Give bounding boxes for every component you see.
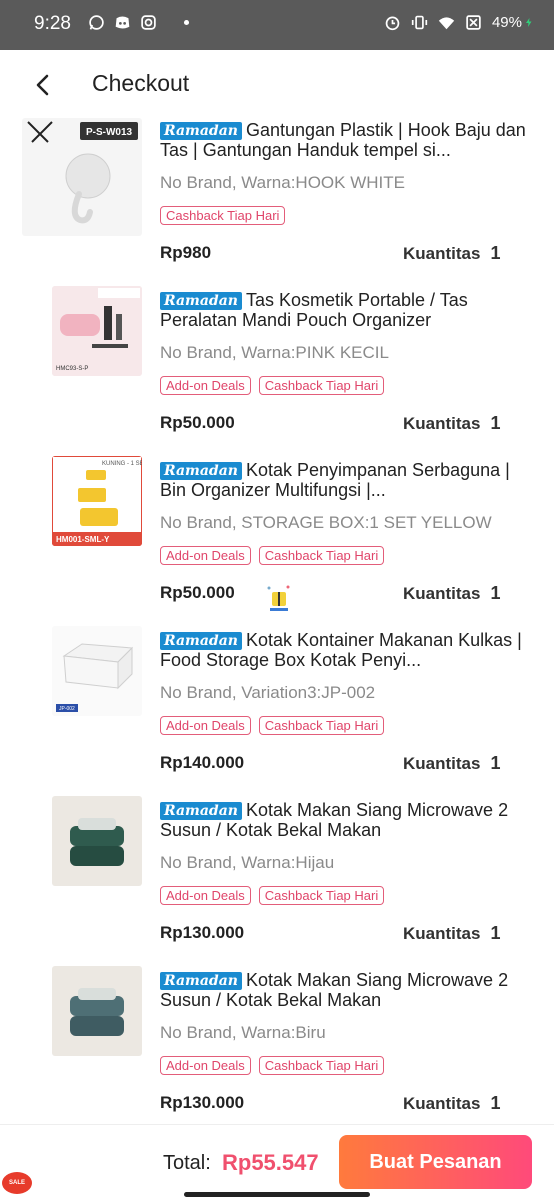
product-title[interactable]: Ramadan Gantungan Plastik | Hook Baju dan… bbox=[160, 120, 532, 160]
add-on-deals-tag: Add-on Deals bbox=[160, 376, 251, 395]
add-on-deals-tag: Add-on Deals bbox=[160, 546, 251, 565]
product-price: Rp50.000 bbox=[160, 413, 235, 432]
lunchbox-blue-image bbox=[70, 988, 124, 1036]
product-variant: No Brand, Warna:Hijau bbox=[160, 853, 335, 872]
ramadan-badge: Ramadan bbox=[160, 462, 242, 480]
product-thumbnail[interactable]: P-S-W013 bbox=[22, 118, 142, 236]
cashback-tag: Cashback Tiap Hari bbox=[160, 206, 286, 225]
hook-image: P-S-W013 bbox=[27, 121, 138, 224]
thumb-code: HM001-SML-Y bbox=[56, 535, 110, 544]
product-variant: No Brand, Warna:Biru bbox=[160, 1023, 326, 1042]
storage-box-image: KUNING - 1 SET HM001-SML-Y bbox=[52, 456, 142, 546]
total-label: Total: bbox=[163, 1152, 211, 1174]
svg-text:KUNING - 1 SET: KUNING - 1 SET bbox=[102, 461, 142, 467]
home-indicator[interactable] bbox=[184, 1192, 370, 1197]
product-thumbnail[interactable]: HMC93-S-P bbox=[52, 286, 142, 376]
status-bar: 9:28 49% bbox=[0, 0, 554, 50]
thumb-code: JP-002 bbox=[59, 706, 75, 712]
vibrate-icon bbox=[411, 15, 428, 30]
product-variant: No Brand, STORAGE BOX:1 SET YELLOW bbox=[160, 513, 492, 532]
sale-bubble-icon[interactable]: SALE bbox=[2, 1172, 32, 1194]
product-thumbnail[interactable]: KUNING - 1 SET HM001-SML-Y bbox=[52, 456, 142, 546]
tag-row: Add-on Deals Cashback Tiap Hari bbox=[160, 546, 385, 565]
total-value: Rp55.547 bbox=[222, 1150, 319, 1175]
product-title[interactable]: Ramadan Kotak Kontainer Makanan Kulkas | … bbox=[160, 630, 532, 670]
status-time: 9:28 bbox=[34, 13, 71, 34]
alarm-icon bbox=[385, 16, 400, 31]
list-item[interactable]: P-S-W013 Ramadan Gantungan Plastik | Hook… bbox=[0, 116, 554, 286]
product-price: Rp130.000 bbox=[160, 923, 245, 942]
ramadan-badge: Ramadan bbox=[160, 802, 242, 820]
cashback-tag: Cashback Tiap Hari bbox=[258, 1056, 385, 1075]
place-order-button[interactable]: Buat Pesanan bbox=[339, 1135, 532, 1189]
product-price: Rp50.000 bbox=[160, 583, 235, 602]
cashback-tag: Cashback Tiap Hari bbox=[258, 376, 385, 395]
product-variant: No Brand, Variation3:JP-002 bbox=[160, 683, 376, 702]
dot-icon bbox=[183, 19, 190, 26]
cashback-tag: Cashback Tiap Hari bbox=[258, 716, 385, 735]
tag-row: Add-on Deals Cashback Tiap Hari bbox=[160, 886, 385, 905]
product-title[interactable]: Ramadan Tas Kosmetik Portable / Tas Peral… bbox=[160, 290, 532, 330]
app-header: Checkout bbox=[0, 50, 554, 116]
quantity: Kuantitas 1 bbox=[403, 923, 501, 943]
thumb-code: P-S-W013 bbox=[86, 127, 133, 138]
quantity: Kuantitas 1 bbox=[403, 753, 501, 773]
product-title[interactable]: Ramadan Kotak Makan Siang Microwave 2 Sus… bbox=[160, 970, 532, 1010]
tag-row: Cashback Tiap Hari bbox=[160, 206, 286, 225]
whatsapp-icon bbox=[89, 15, 104, 30]
instagram-icon bbox=[141, 15, 156, 30]
checkout-footer: Total: Rp55.547 Buat Pesanan bbox=[0, 1124, 554, 1201]
list-item[interactable]: JP-002 Ramadan Kotak Kontainer Makanan Ku… bbox=[0, 626, 554, 796]
thumb-code: HMC93-S-P bbox=[56, 366, 88, 372]
product-title[interactable]: Ramadan Kotak Makan Siang Microwave 2 Sus… bbox=[160, 800, 532, 840]
battery-percent: 49% bbox=[491, 14, 522, 31]
ramadan-badge: Ramadan bbox=[160, 632, 242, 650]
lunchbox-green-image bbox=[70, 818, 124, 866]
quantity: Kuantitas 1 bbox=[403, 243, 501, 263]
product-price: Rp980 bbox=[160, 243, 212, 262]
tag-row: Add-on Deals Cashback Tiap Hari bbox=[160, 376, 385, 395]
add-on-deals-tag: Add-on Deals bbox=[160, 716, 251, 735]
discord-icon bbox=[115, 16, 130, 29]
pouch-image: HMC93-S-P bbox=[52, 286, 142, 376]
quantity: Kuantitas 1 bbox=[403, 583, 501, 603]
quantity: Kuantitas 1 bbox=[403, 1093, 501, 1113]
gift-sticker-icon[interactable] bbox=[266, 584, 292, 612]
list-item[interactable]: HMC93-S-P Ramadan Tas Kosmetik Portable /… bbox=[0, 286, 554, 456]
ramadan-badge: Ramadan bbox=[160, 292, 242, 310]
back-arrow-icon[interactable] bbox=[28, 70, 58, 100]
add-on-deals-tag: Add-on Deals bbox=[160, 886, 251, 905]
product-thumbnail[interactable] bbox=[52, 796, 142, 886]
product-variant: No Brand, Warna:HOOK WHITE bbox=[160, 173, 405, 192]
quantity: Kuantitas 1 bbox=[403, 413, 501, 433]
product-price: Rp140.000 bbox=[160, 753, 245, 772]
product-variant: No Brand, Warna:PINK KECIL bbox=[160, 343, 389, 362]
no-sim-icon bbox=[466, 15, 481, 30]
ramadan-badge: Ramadan bbox=[160, 972, 242, 990]
cashback-tag: Cashback Tiap Hari bbox=[258, 546, 385, 565]
add-on-deals-tag: Add-on Deals bbox=[160, 1056, 251, 1075]
food-container-image: JP-002 bbox=[56, 643, 134, 712]
product-price: Rp130.000 bbox=[160, 1093, 245, 1112]
product-title[interactable]: Ramadan Kotak Penyimpanan Serbaguna | Bin… bbox=[160, 460, 532, 500]
page-title: Checkout bbox=[92, 70, 190, 96]
cashback-tag: Cashback Tiap Hari bbox=[258, 886, 385, 905]
ramadan-badge: Ramadan bbox=[160, 122, 242, 140]
tag-row: Add-on Deals Cashback Tiap Hari bbox=[160, 716, 385, 735]
wifi-icon bbox=[438, 17, 455, 30]
tag-row: Add-on Deals Cashback Tiap Hari bbox=[160, 1056, 385, 1075]
product-thumbnail[interactable]: JP-002 bbox=[52, 626, 142, 716]
list-item[interactable]: Ramadan Kotak Makan Siang Microwave 2 Sus… bbox=[0, 966, 554, 1136]
charging-icon bbox=[526, 18, 532, 27]
product-thumbnail[interactable] bbox=[52, 966, 142, 1056]
list-item[interactable]: Ramadan Kotak Makan Siang Microwave 2 Sus… bbox=[0, 796, 554, 966]
